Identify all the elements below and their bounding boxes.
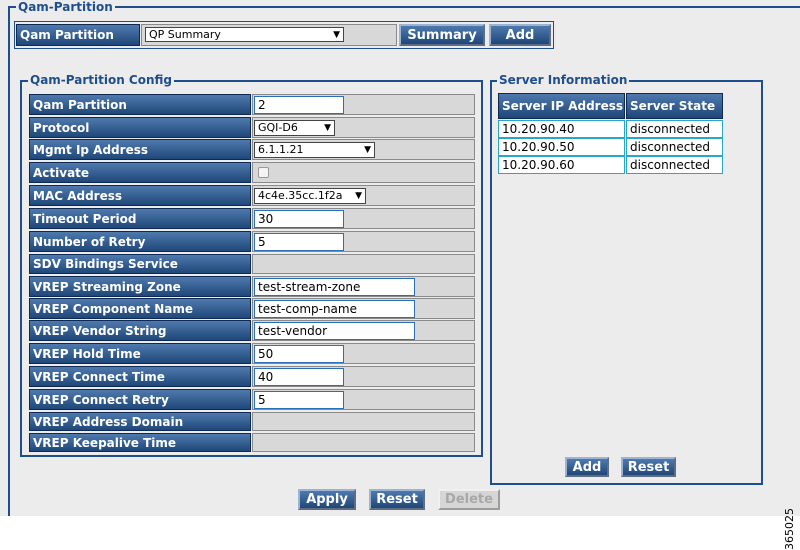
config-label-12: VREP Connect Time — [29, 366, 251, 387]
config-select-value-1: GQI-D6 — [258, 121, 298, 134]
config-label-15: VREP Keepalive Time — [29, 433, 251, 452]
config-select-1[interactable]: GQI-D6 ▼ — [254, 120, 335, 136]
config-label-7: SDV Bindings Service — [29, 254, 251, 274]
server-state-cell: disconnected — [626, 156, 723, 174]
config-label-9: VREP Component Name — [29, 298, 251, 319]
add-partition-button[interactable]: Add — [489, 24, 551, 46]
qam-partition-dropdown-value: QP Summary — [149, 28, 221, 41]
config-input-12[interactable]: 40 — [254, 368, 344, 386]
config-input-0[interactable]: 2 — [254, 96, 344, 114]
config-label-0: Qam Partition — [29, 94, 251, 115]
delete-button: Delete — [438, 489, 500, 510]
config-input-10[interactable]: test-vendor — [254, 322, 415, 340]
activate-checkbox[interactable] — [258, 167, 269, 178]
config-value-cell-14 — [252, 412, 475, 431]
config-input-11[interactable]: 50 — [254, 345, 344, 363]
figure-number: 365025 — [783, 508, 796, 550]
config-value-cell-15 — [252, 433, 475, 452]
config-label-5: Timeout Period — [29, 208, 251, 229]
config-label-2: Mgmt Ip Address — [29, 139, 251, 160]
summary-button[interactable]: Summary — [399, 24, 485, 46]
config-label-14: VREP Address Domain — [29, 412, 251, 431]
config-label-13: VREP Connect Retry — [29, 389, 251, 410]
config-input-6[interactable]: 5 — [254, 233, 344, 251]
qam-partition-dropdown[interactable]: QP Summary ▼ — [145, 27, 344, 42]
apply-button[interactable]: Apply — [298, 489, 356, 510]
page: Qam-Partition Qam Partition QP Summary ▼… — [0, 0, 800, 550]
server-ip-cell: 10.20.90.50 — [498, 138, 625, 156]
config-select-value-4: 4c4e.35cc.1f2a — [258, 189, 343, 202]
server-state-column-header: Server State — [626, 93, 723, 119]
config-value-cell-3 — [252, 162, 475, 183]
server-add-button[interactable]: Add — [565, 457, 609, 477]
qam-partition-legend: Qam-Partition — [16, 0, 115, 14]
chevron-down-icon: ▼ — [355, 191, 362, 201]
reset-button[interactable]: Reset — [369, 489, 425, 510]
config-select-4[interactable]: 4c4e.35cc.1f2a ▼ — [254, 188, 366, 204]
config-label-1: Protocol — [29, 117, 251, 138]
chevron-down-icon: ▼ — [333, 30, 340, 40]
config-input-9[interactable]: test-comp-name — [254, 300, 415, 318]
config-label-6: Number of Retry — [29, 231, 251, 252]
config-label-11: VREP Hold Time — [29, 343, 251, 364]
config-label-3: Activate — [29, 162, 251, 183]
server-state-cell: disconnected — [626, 120, 723, 138]
config-input-13[interactable]: 5 — [254, 391, 344, 409]
server-state-cell: disconnected — [626, 138, 723, 156]
server-info-legend: Server Information — [497, 73, 630, 87]
chevron-down-icon: ▼ — [364, 145, 371, 155]
config-label-10: VREP Vendor String — [29, 320, 251, 341]
config-legend: Qam-Partition Config — [28, 73, 175, 87]
config-value-cell-7 — [252, 254, 475, 274]
server-ip-cell: 10.20.90.60 — [498, 156, 625, 174]
config-label-8: VREP Streaming Zone — [29, 276, 251, 297]
config-select-value-2: 6.1.1.21 — [258, 143, 304, 156]
server-ip-cell: 10.20.90.40 — [498, 120, 625, 138]
config-input-8[interactable]: test-stream-zone — [254, 278, 415, 296]
config-select-2[interactable]: 6.1.1.21 ▼ — [254, 142, 375, 158]
server-ip-column-header: Server IP Address — [498, 93, 625, 119]
server-reset-button[interactable]: Reset — [621, 457, 676, 477]
config-input-5[interactable]: 30 — [254, 210, 344, 228]
config-label-4: MAC Address — [29, 185, 251, 206]
qam-partition-selector-label: Qam Partition — [16, 24, 140, 46]
chevron-down-icon: ▼ — [324, 123, 331, 133]
